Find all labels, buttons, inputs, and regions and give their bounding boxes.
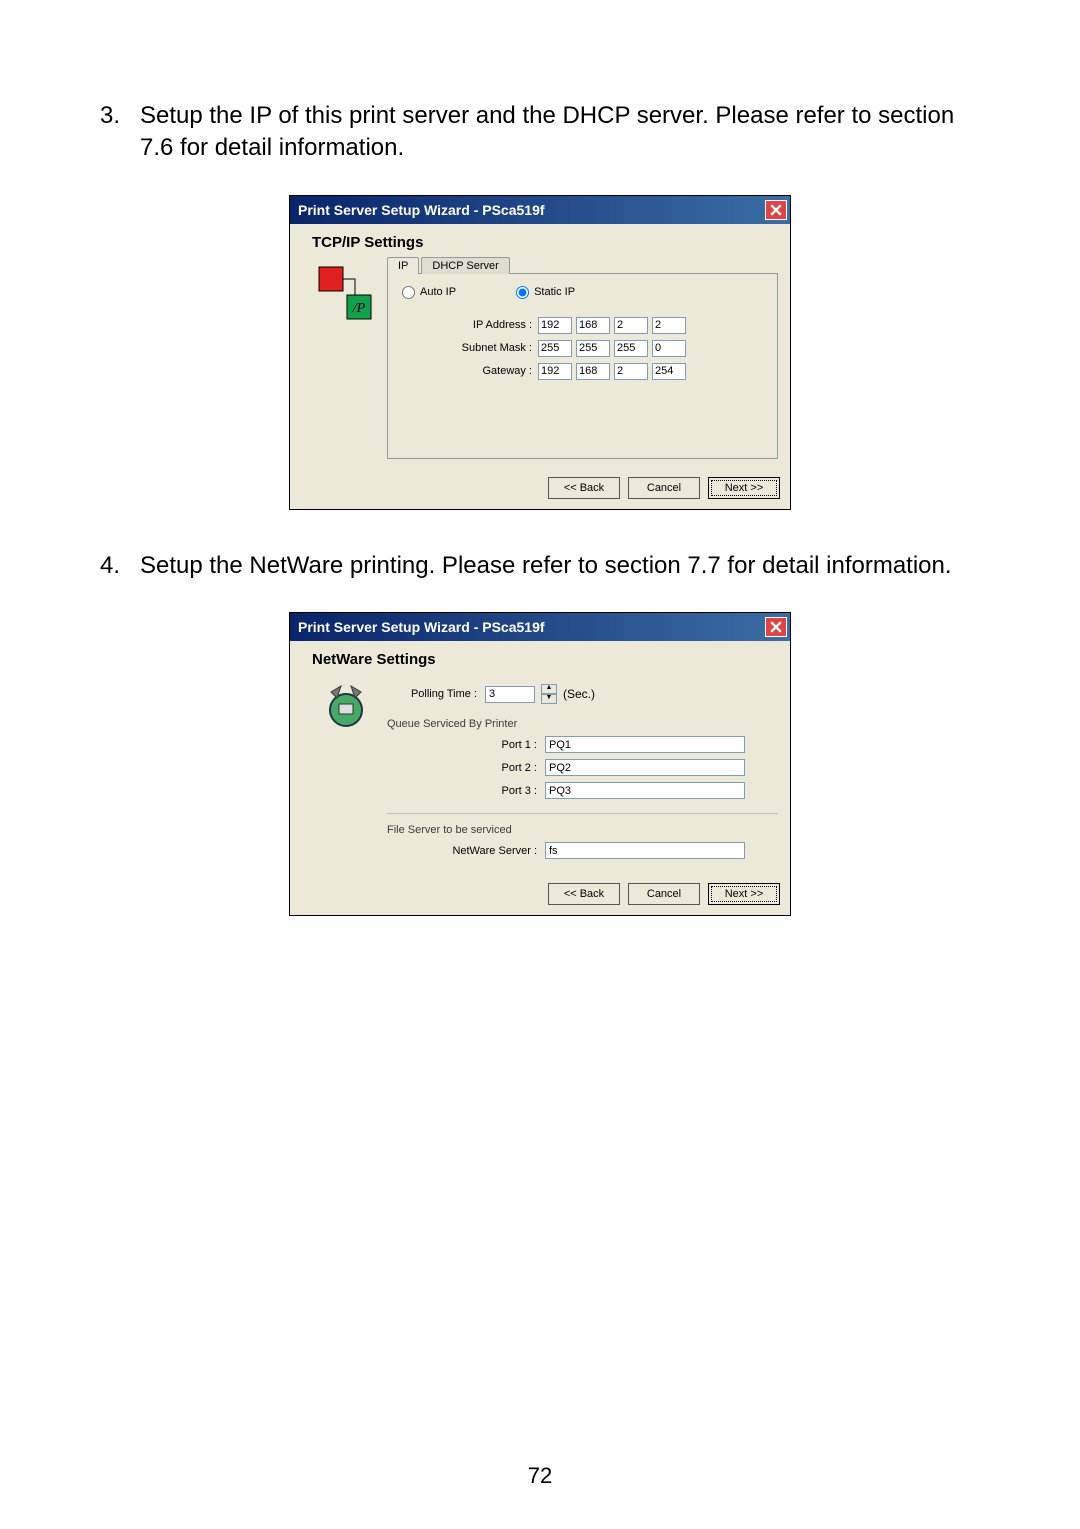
netware-server-input[interactable]	[545, 842, 745, 859]
label-port3: Port 3 :	[387, 785, 545, 797]
label-subnet-mask: Subnet Mask :	[402, 342, 538, 354]
label-polling-time: Polling Time :	[387, 688, 485, 700]
netware-dialog: Print Server Setup Wizard - PSca519f Net…	[289, 612, 791, 916]
tab-panel-ip: Auto IP Static IP IP Address :	[387, 273, 778, 459]
tab-dhcp-server[interactable]: DHCP Server	[421, 257, 509, 274]
list-text: Setup the NetWare printing. Please refer…	[140, 550, 990, 582]
next-button[interactable]: Next >>	[708, 883, 780, 905]
gw-octet-2[interactable]	[576, 363, 610, 380]
close-icon[interactable]	[765, 200, 787, 220]
ip-octet-2[interactable]	[576, 317, 610, 334]
radio-label: Auto IP	[420, 286, 456, 298]
window-title: Print Server Setup Wizard - PSca519f	[298, 202, 545, 218]
radio-static-ip[interactable]: Static IP	[516, 286, 575, 299]
mask-octet-1[interactable]	[538, 340, 572, 357]
spinner-down-icon[interactable]: ▼	[541, 694, 557, 704]
label-ip-address: IP Address :	[402, 319, 538, 331]
group-file-server: File Server to be serviced	[387, 824, 778, 836]
list-text: Setup the IP of this print server and th…	[140, 100, 990, 165]
spinner-up-icon[interactable]: ▲	[541, 684, 557, 694]
tcpip-icon: /P	[302, 257, 387, 323]
section-heading: NetWare Settings	[312, 651, 778, 668]
cancel-button[interactable]: Cancel	[628, 477, 700, 499]
tab-ip[interactable]: IP	[387, 257, 419, 274]
back-button[interactable]: << Back	[548, 883, 620, 905]
gw-octet-1[interactable]	[538, 363, 572, 380]
group-queue-serviced: Queue Serviced By Printer	[387, 718, 778, 730]
label-netware-server: NetWare Server :	[387, 845, 545, 857]
label-port1: Port 1 :	[387, 739, 545, 751]
close-icon[interactable]	[765, 617, 787, 637]
port2-input[interactable]	[545, 759, 745, 776]
ip-octet-3[interactable]	[614, 317, 648, 334]
list-item: 3. Setup the IP of this print server and…	[90, 100, 990, 165]
cancel-button[interactable]: Cancel	[628, 883, 700, 905]
port3-input[interactable]	[545, 782, 745, 799]
window-title: Print Server Setup Wizard - PSca519f	[298, 619, 545, 635]
back-button[interactable]: << Back	[548, 477, 620, 499]
label-port2: Port 2 :	[387, 762, 545, 774]
port1-input[interactable]	[545, 736, 745, 753]
label-gateway: Gateway :	[402, 365, 538, 377]
section-heading: TCP/IP Settings	[312, 234, 778, 251]
radio-label: Static IP	[534, 286, 575, 298]
svg-text:/P: /P	[351, 301, 365, 316]
page-number: 72	[0, 1463, 1080, 1489]
mask-octet-3[interactable]	[614, 340, 648, 357]
next-button[interactable]: Next >>	[708, 477, 780, 499]
ip-octet-4[interactable]	[652, 317, 686, 334]
radio-auto-ip[interactable]: Auto IP	[402, 286, 456, 299]
mask-octet-4[interactable]	[652, 340, 686, 357]
list-number: 4.	[90, 550, 140, 581]
gw-octet-4[interactable]	[652, 363, 686, 380]
titlebar: Print Server Setup Wizard - PSca519f	[290, 613, 790, 641]
polling-time-input[interactable]	[485, 686, 535, 703]
list-number: 3.	[90, 100, 140, 131]
mask-octet-2[interactable]	[576, 340, 610, 357]
ip-octet-1[interactable]	[538, 317, 572, 334]
titlebar: Print Server Setup Wizard - PSca519f	[290, 196, 790, 224]
list-item: 4. Setup the NetWare printing. Please re…	[90, 550, 990, 582]
gw-octet-3[interactable]	[614, 363, 648, 380]
netware-icon	[302, 674, 387, 735]
polling-unit: (Sec.)	[563, 687, 595, 701]
tcpip-dialog: Print Server Setup Wizard - PSca519f TCP…	[289, 195, 791, 510]
